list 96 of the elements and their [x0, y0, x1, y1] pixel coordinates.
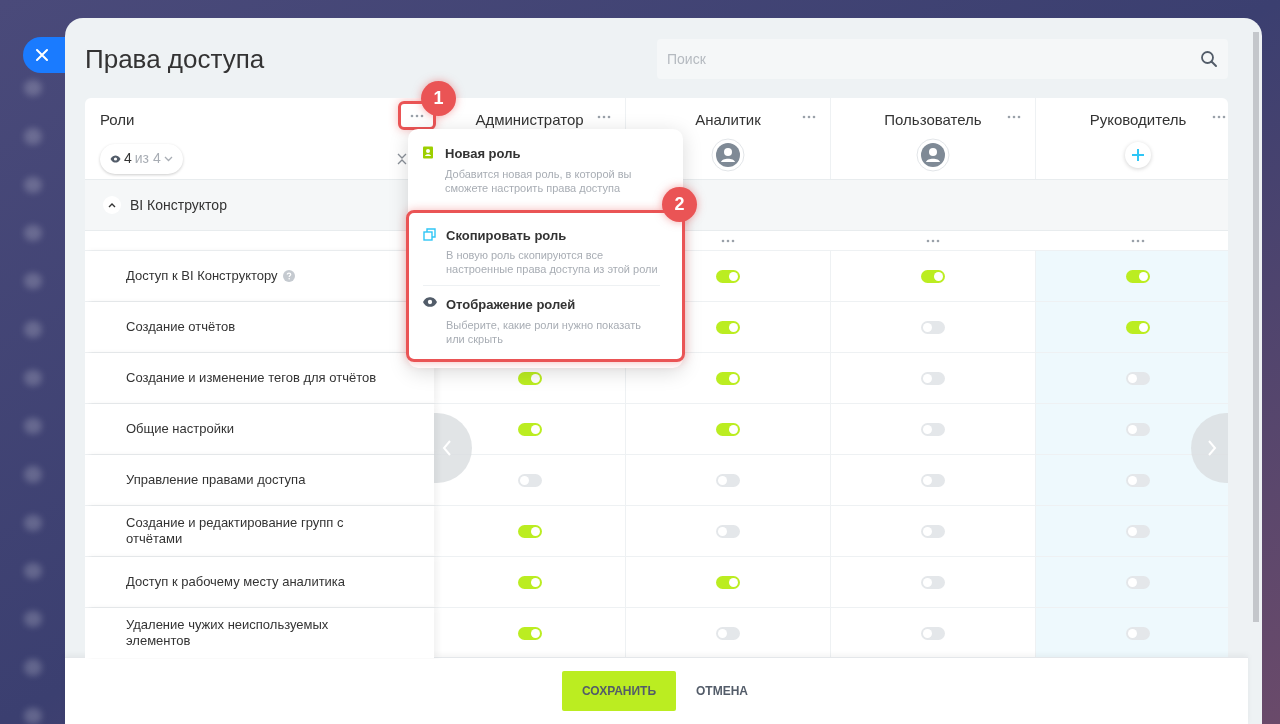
toggle-switch[interactable] [1126, 371, 1150, 385]
search-icon[interactable] [1200, 50, 1218, 68]
permission-label: Создание отчётов [126, 319, 236, 335]
toggle-switch[interactable] [921, 626, 945, 640]
cancel-button[interactable]: ОТМЕНА [694, 671, 750, 711]
permission-label: Удаление чужих неиспользуемых элементов [126, 617, 330, 649]
chevron-icon [108, 202, 116, 208]
user-avatar-icon [916, 137, 950, 172]
toggle-switch[interactable] [517, 524, 542, 538]
add-user-button[interactable] [1125, 141, 1151, 168]
more-icon[interactable] [925, 238, 940, 243]
permission-label: Доступ к рабочему месту аналитика [126, 574, 346, 590]
menu-item-title: Новая роль [445, 145, 522, 163]
toggle-switch[interactable] [716, 269, 740, 283]
role-name: Администратор [475, 110, 584, 130]
permission-label: Общие настройки [126, 421, 234, 437]
roles-filter-button[interactable]: 4 из 4 [100, 143, 183, 174]
role-name: Аналитик [695, 110, 761, 130]
menu-item[interactable]: Отображение ролей Выберите, какие роли нужно показать или скрыть [423, 285, 660, 355]
blurred-sidebar-icon [23, 176, 42, 193]
blurred-sidebar-icon [23, 224, 42, 242]
blurred-sidebar-icon [23, 611, 42, 628]
toggle-switch[interactable] [517, 473, 542, 487]
menu-item-description: В новую роль скопируются все настроенные права доступа из этой роли [446, 248, 659, 276]
permission-label: Создание и редактирование групп с отчётами [126, 515, 345, 547]
menu-item[interactable]: Скопировать роль В новую роль скопируются все настроенные права доступа из этой роли [423, 216, 660, 285]
save-button[interactable]: СОХРАНИТЬ [562, 671, 676, 711]
permission-label: Управление правами доступа [126, 472, 306, 488]
menu-item-description: Выберите, какие роли нужно показать или скрыть [446, 317, 642, 346]
blurred-sidebar-icon [23, 321, 42, 338]
eye-icon [110, 154, 121, 163]
chevron-left-icon [442, 440, 452, 456]
toggle-switch[interactable] [1126, 524, 1150, 538]
blurred-sidebar-icon [23, 80, 42, 97]
role-name: Пользователь [884, 110, 982, 130]
collapse-group-button[interactable] [103, 196, 121, 214]
toggle-switch[interactable] [716, 371, 740, 385]
menu-item-description: Добавится новая роль, в которой вы сможете настроить права доступа [445, 166, 633, 195]
help-icon[interactable] [282, 270, 295, 282]
toggle-switch[interactable] [716, 422, 740, 436]
blurred-sidebar-icon [23, 707, 42, 724]
toggle-switch[interactable] [921, 524, 945, 538]
blurred-sidebar-icon [23, 417, 42, 435]
toggle-switch[interactable] [1126, 575, 1150, 589]
more-icon[interactable] [802, 115, 816, 119]
permission-label: Создание и изменение тегов для отчётов [126, 370, 377, 386]
toggle-switch[interactable] [517, 626, 542, 640]
toggle-switch[interactable] [921, 473, 945, 487]
blurred-sidebar-icon [23, 514, 42, 531]
more-icon[interactable] [1130, 238, 1145, 243]
copy-icon [423, 227, 436, 241]
toggle-switch[interactable] [921, 371, 945, 385]
toggle-switch[interactable] [1126, 269, 1150, 283]
blurred-sidebar-icon [23, 273, 42, 290]
chevron-down-icon [163, 155, 173, 162]
toggle-switch[interactable] [1126, 320, 1150, 334]
menu-item-title: Скопировать роль [446, 226, 568, 245]
toggle-switch[interactable] [1126, 626, 1150, 640]
blurred-sidebar-icon [23, 659, 42, 676]
toggle-switch[interactable] [921, 320, 945, 334]
more-icon[interactable] [410, 113, 424, 118]
blurred-sidebar-icon [23, 466, 42, 483]
blurred-sidebar-icon [23, 562, 42, 580]
toggle-switch[interactable] [716, 575, 740, 589]
toggle-switch[interactable] [517, 422, 542, 436]
toggle-switch[interactable] [716, 524, 740, 538]
page-title: Права доступа [85, 42, 266, 76]
user-avatar-icon [711, 137, 745, 172]
permission-label: Доступ к BI Конструктору [126, 268, 278, 284]
toggle-switch[interactable] [921, 575, 945, 589]
toggle-switch[interactable] [716, 320, 740, 334]
toggle-switch[interactable] [921, 269, 945, 283]
toggle-switch[interactable] [1126, 473, 1150, 487]
contact-book-icon [422, 146, 434, 159]
toggle-switch[interactable] [517, 371, 542, 385]
collapse-icon[interactable] [397, 152, 407, 165]
eye-icon [423, 297, 437, 307]
toggle-switch[interactable] [517, 575, 542, 589]
role-name: Руководитель [1089, 110, 1187, 130]
search-field[interactable]: Поиск [657, 39, 1228, 79]
toggle-switch[interactable] [716, 473, 740, 487]
chevron-right-icon [1207, 440, 1217, 456]
more-icon[interactable] [1212, 115, 1226, 119]
group-title: BI Конструктор [130, 195, 227, 215]
toggle-switch[interactable] [921, 422, 945, 436]
more-icon[interactable] [597, 115, 611, 119]
close-icon [36, 49, 48, 61]
blurred-sidebar-icon [23, 128, 42, 145]
plus-icon [1131, 147, 1145, 162]
roles-label: Роли [100, 110, 135, 130]
toggle-switch[interactable] [716, 626, 740, 640]
blurred-sidebar-icon [23, 369, 42, 386]
more-icon[interactable] [1007, 115, 1021, 119]
toggle-switch[interactable] [1126, 422, 1150, 436]
menu-item-title: Отображение ролей [446, 296, 577, 314]
more-icon[interactable] [720, 238, 735, 243]
